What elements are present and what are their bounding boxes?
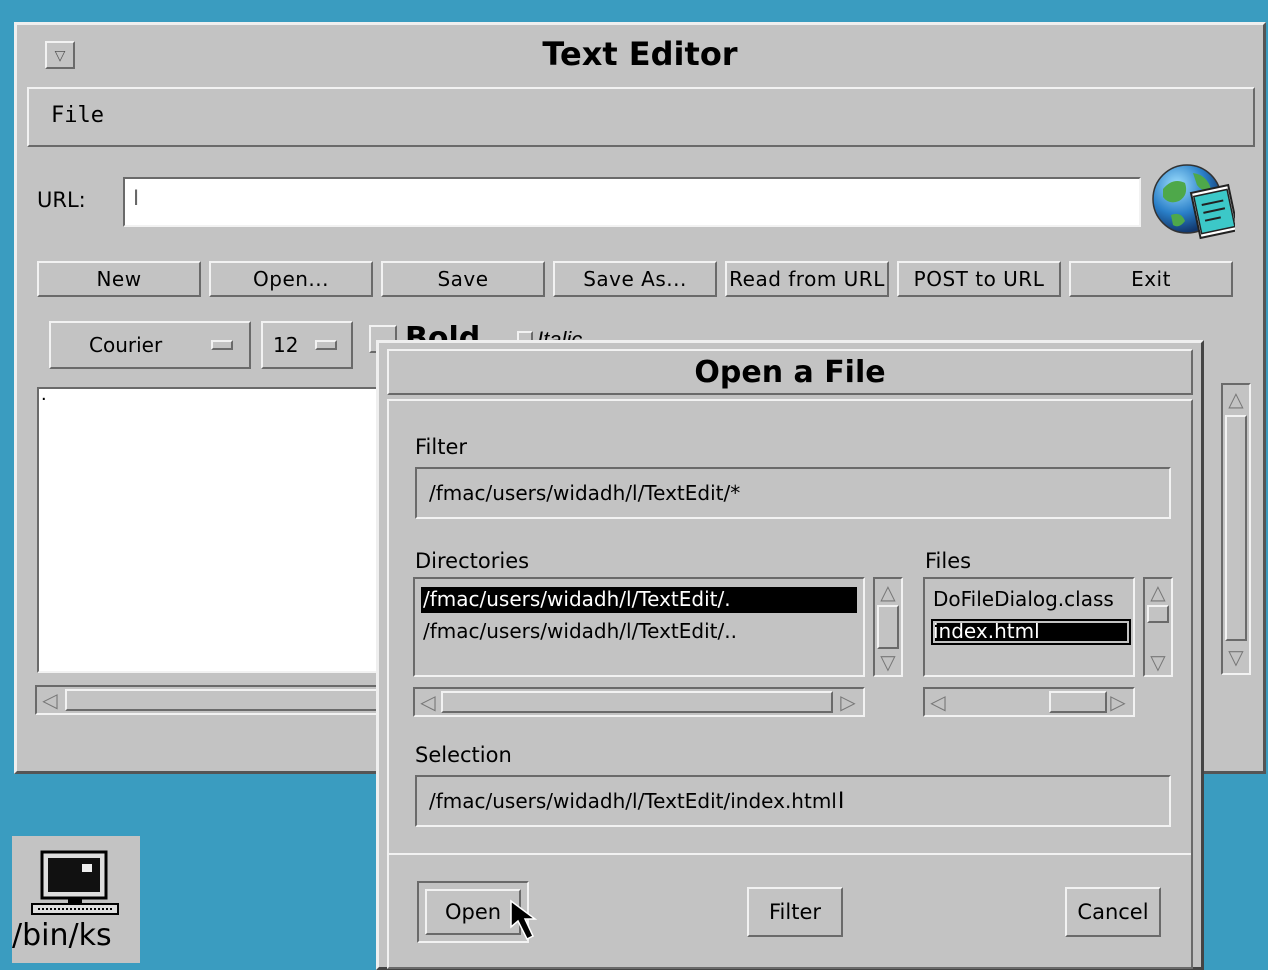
font-select-value: Courier — [89, 333, 163, 357]
option-menu-indicator-icon — [315, 340, 337, 350]
scroll-left-icon[interactable]: ◁ — [39, 689, 61, 712]
scroll-left-icon[interactable]: ◁ — [927, 691, 949, 714]
computer-icon — [31, 850, 119, 915]
filter-input[interactable]: /fmac/users/widadh/l/TextEdit/* — [415, 467, 1171, 519]
menubar: File — [27, 87, 1255, 147]
files-horizontal-scrollbar[interactable]: ◁ ▷ — [923, 687, 1135, 717]
open-button[interactable]: Open... — [209, 261, 373, 297]
scroll-down-icon[interactable]: ▽ — [1225, 645, 1247, 669]
option-menu-indicator-icon — [211, 340, 233, 350]
save-button[interactable]: Save — [381, 261, 545, 297]
list-item[interactable]: DoFileDialog.class — [931, 587, 1116, 613]
list-item[interactable]: index.html — [931, 619, 1131, 645]
window-title: Text Editor — [542, 35, 738, 73]
new-button[interactable]: New — [37, 261, 201, 297]
directories-list[interactable]: /fmac/users/widadh/l/TextEdit/. /fmac/us… — [413, 577, 865, 677]
separator — [389, 853, 1191, 855]
scrollbar-thumb[interactable] — [1147, 605, 1169, 623]
selection-value: /fmac/users/widadh/l/TextEdit/index.html — [429, 789, 837, 813]
dialog-title-bar: Open a File — [387, 349, 1193, 395]
font-size-select[interactable]: 12 — [261, 321, 353, 369]
scroll-down-icon[interactable]: ▽ — [1147, 651, 1169, 674]
scrollbar-thumb[interactable] — [65, 689, 405, 711]
filter-button[interactable]: Filter — [747, 887, 843, 937]
scroll-right-icon[interactable]: ▷ — [1107, 691, 1129, 714]
scrollbar-thumb[interactable] — [1049, 691, 1107, 713]
font-size-value: 12 — [273, 333, 299, 357]
scroll-up-icon[interactable]: △ — [877, 581, 899, 604]
exit-button[interactable]: Exit — [1069, 261, 1233, 297]
files-vertical-scrollbar[interactable]: △ ▽ — [1143, 577, 1173, 677]
menu-file[interactable]: File — [51, 103, 104, 128]
desktop-icon-label: /bin/ks — [12, 918, 112, 953]
list-item[interactable]: /fmac/users/widadh/l/TextEdit/.. — [421, 619, 739, 645]
text-cursor-icon: I — [133, 185, 140, 210]
dialog-body: Filter /fmac/users/widadh/l/TextEdit/* D… — [387, 399, 1193, 969]
directories-horizontal-scrollbar[interactable]: ◁ ▷ — [413, 687, 865, 717]
globe-notebook-icon — [1152, 164, 1235, 240]
save-as-button[interactable]: Save As... — [553, 261, 717, 297]
files-label: Files — [925, 549, 972, 573]
title-bar: ▽ Text Editor — [19, 27, 1261, 85]
dialog-title: Open a File — [694, 355, 886, 390]
open-file-dialog: Open a File Filter /fmac/users/widadh/l/… — [376, 340, 1204, 970]
url-input[interactable]: I — [123, 177, 1141, 227]
editor-vertical-scrollbar[interactable]: △ ▽ — [1221, 383, 1251, 675]
editor-horizontal-scrollbar[interactable]: ◁ — [35, 685, 417, 715]
scrollbar-thumb[interactable] — [441, 691, 833, 713]
mouse-pointer-icon — [510, 899, 538, 941]
scrollbar-thumb[interactable] — [1225, 415, 1247, 641]
directories-label: Directories — [415, 549, 530, 573]
cancel-button[interactable]: Cancel — [1065, 887, 1161, 937]
scroll-up-icon[interactable]: △ — [1147, 581, 1169, 604]
selection-input[interactable]: /fmac/users/widadh/l/TextEdit/index.html… — [415, 775, 1171, 827]
read-from-url-button[interactable]: Read from URL — [725, 261, 889, 297]
directories-vertical-scrollbar[interactable]: △ ▽ — [873, 577, 903, 677]
files-list[interactable]: DoFileDialog.class index.html — [923, 577, 1135, 677]
filter-value: /fmac/users/widadh/l/TextEdit/* — [429, 481, 741, 505]
list-item[interactable]: /fmac/users/widadh/l/TextEdit/. — [421, 587, 857, 613]
text-cursor-icon: I — [837, 788, 845, 814]
scroll-down-icon[interactable]: ▽ — [877, 651, 899, 674]
editor-text-area[interactable]: . — [37, 383, 417, 673]
selection-label: Selection — [415, 743, 512, 767]
scroll-right-icon[interactable]: ▷ — [837, 691, 859, 714]
filter-label: Filter — [415, 435, 468, 459]
font-select[interactable]: Courier — [49, 321, 251, 369]
scrollbar-thumb[interactable] — [877, 605, 899, 649]
post-to-url-button[interactable]: POST to URL — [897, 261, 1061, 297]
url-label: URL: — [37, 188, 86, 212]
scroll-left-icon[interactable]: ◁ — [417, 691, 439, 714]
scroll-up-icon[interactable]: △ — [1225, 387, 1247, 411]
desktop-terminal-icon[interactable]: /bin/ks — [12, 836, 140, 963]
editor-content: . — [41, 383, 47, 405]
